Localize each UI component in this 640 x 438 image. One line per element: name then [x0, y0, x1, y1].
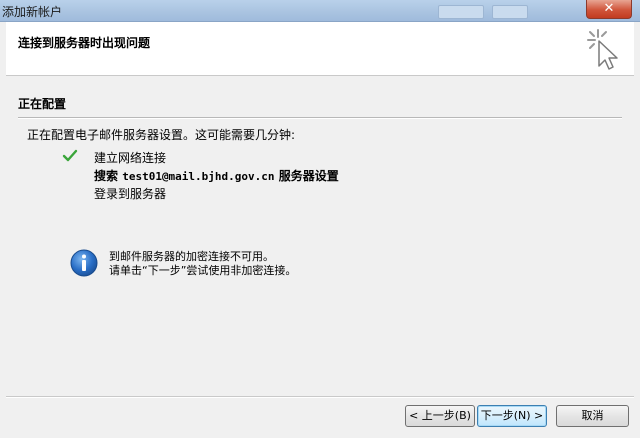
progress-intro: 正在配置电子邮件服务器设置。这可能需要几分钟: — [27, 128, 296, 142]
window-title: 添加新帐户 — [2, 5, 63, 19]
check-icon — [62, 149, 78, 162]
step-network-connection: 建立网络连接 — [94, 151, 167, 165]
back-button[interactable]: < 上一步(B) — [405, 405, 475, 427]
close-button[interactable]: ✕ — [586, 0, 632, 19]
info-icon — [70, 249, 98, 277]
step-search-server-settings: 搜索 test01@mail.bjhd.gov.cn 服务器设置 — [94, 167, 339, 184]
info-message-line: 请单击“下一步”尝试使用非加密连接。 — [109, 264, 297, 277]
step-search-prefix: 搜索 — [94, 169, 119, 183]
step-login-server: 登录到服务器 — [94, 187, 167, 201]
wizard-header: 连接到服务器时出现问题 — [6, 22, 634, 76]
wizard-content: 正在配置 正在配置电子邮件服务器设置。这可能需要几分钟: 建立网络连接 搜索 t… — [6, 77, 634, 393]
section-divider — [18, 117, 622, 119]
info-message-line: 到邮件服务器的加密连接不可用。 — [109, 250, 274, 263]
step-search-email: test01@mail.bjhd.gov.cn — [122, 170, 275, 183]
step-search-suffix: 服务器设置 — [278, 169, 339, 183]
cursor-click-icon — [587, 29, 618, 70]
info-message: 到邮件服务器的加密连接不可用。 请单击“下一步”尝试使用非加密连接。 — [109, 250, 296, 278]
background-window-button — [438, 5, 484, 19]
next-button[interactable]: 下一步(N) > — [477, 405, 547, 427]
background-window-button — [492, 5, 528, 19]
close-icon: ✕ — [603, 1, 615, 16]
page-title: 连接到服务器时出现问题 — [18, 36, 151, 50]
button-bar-divider — [6, 396, 634, 398]
title-bar[interactable]: 添加新帐户 ✕ — [0, 0, 640, 22]
cancel-button[interactable]: 取消 — [556, 405, 629, 427]
section-title: 正在配置 — [18, 97, 67, 111]
